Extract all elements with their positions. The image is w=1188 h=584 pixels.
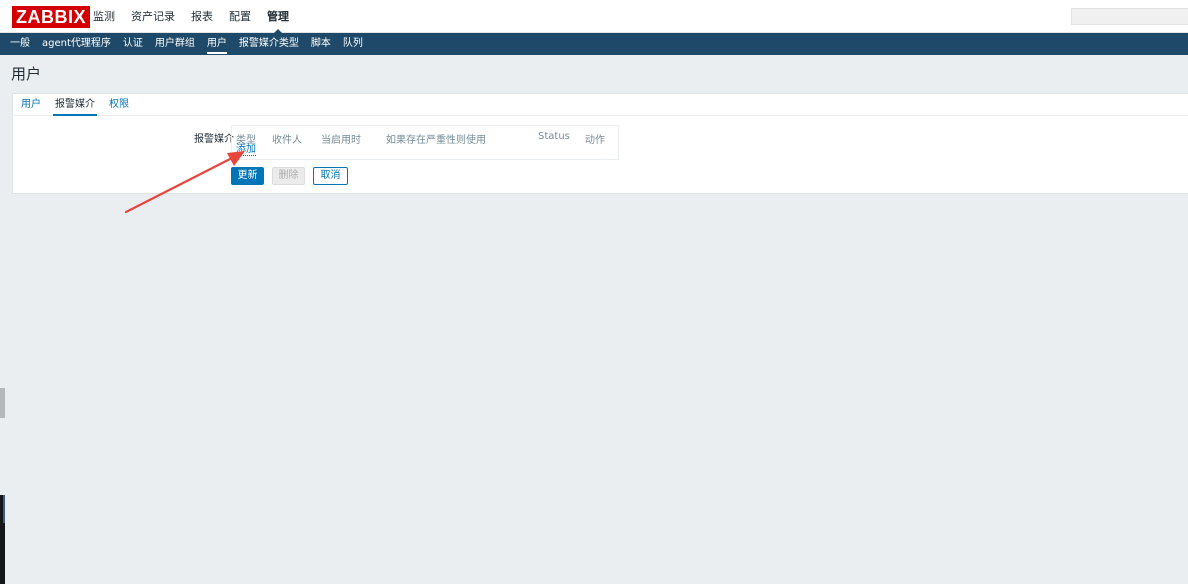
search-input[interactable] [1071,8,1188,25]
column-send-to: 收件人 [272,135,302,146]
column-use-if-severity: 如果存在严重性则使用 [386,135,486,146]
sub-navigation: 一般 agent代理程序 认证 用户群组 用户 报警媒介类型 脚本 队列 [0,33,1188,55]
menu-administration[interactable]: 管理 [267,9,289,34]
menu-inventory[interactable]: 资产记录 [131,9,175,25]
subnav-authentication[interactable]: 认证 [123,37,143,51]
window-edge-fragment [0,388,5,418]
media-table: 类型 收件人 当启用时 如果存在严重性则使用 Status 动作 添加 [231,125,619,160]
top-header: ZABBIX 监测 资产记录 报表 配置 管理 [0,0,1188,34]
subnav-users[interactable]: 用户 [206,37,227,54]
annotation-arrow [124,151,245,214]
column-when-active: 当启用时 [321,135,361,146]
menu-configuration[interactable]: 配置 [229,9,251,25]
zabbix-logo[interactable]: ZABBIX [12,6,90,28]
delete-button[interactable]: 删除 [272,167,305,185]
cancel-button[interactable]: 取消 [313,167,348,185]
subnav-general[interactable]: 一般 [10,37,30,51]
user-form-panel: 用户 报警媒介 权限 报警媒介 类型 收件人 当启用时 如果存在严重性则使用 S… [12,93,1188,194]
tab-media[interactable]: 报警媒介 [53,94,97,116]
subnav-scripts[interactable]: 脚本 [311,37,331,51]
form-tabs: 用户 报警媒介 权限 [13,94,1188,116]
menu-reports[interactable]: 报表 [191,9,213,25]
column-action: 动作 [585,135,605,146]
tab-permissions[interactable]: 权限 [107,94,131,115]
column-status: Status [538,131,570,142]
page-title: 用户 [11,65,42,83]
update-button[interactable]: 更新 [231,167,264,185]
main-menu: 监测 资产记录 报表 配置 管理 [93,9,305,34]
window-edge-fragment-accent [3,495,5,523]
subnav-user-groups[interactable]: 用户群组 [155,37,195,51]
subnav-proxies[interactable]: agent代理程序 [42,37,111,51]
tab-user[interactable]: 用户 [19,94,43,115]
subnav-media-types[interactable]: 报警媒介类型 [239,37,299,51]
subnav-queue[interactable]: 队列 [343,37,363,51]
add-media-link[interactable]: 添加 [236,144,256,156]
media-field-label: 报警媒介 [194,134,234,145]
menu-monitoring[interactable]: 监测 [93,9,115,25]
